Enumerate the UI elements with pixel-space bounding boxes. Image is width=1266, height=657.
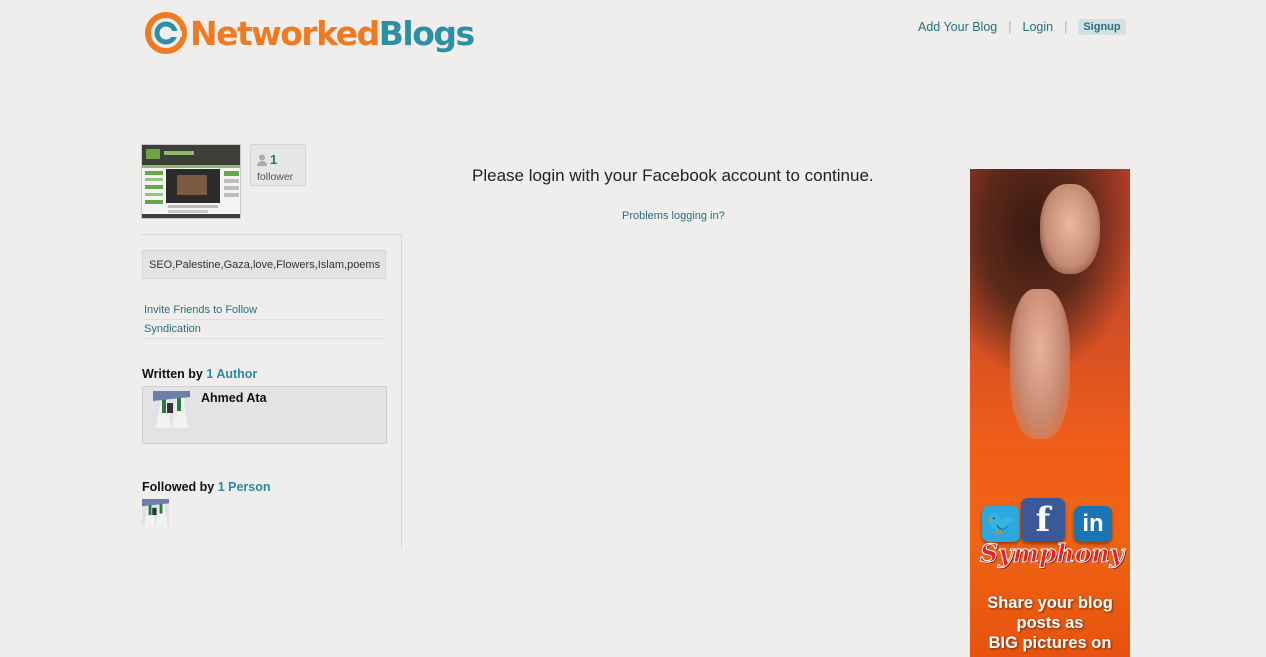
problems-logging-in-link[interactable]: Problems logging in? (622, 210, 725, 222)
followed-by-heading: Followed by 1 Person (142, 480, 271, 494)
ad-tagline-line: posts as (1016, 614, 1084, 632)
follower-avatar[interactable] (142, 499, 169, 526)
symphony-ad-banner[interactable]: 🐦 in f Symphony Share your blog posts as… (970, 169, 1130, 657)
written-by-label: Written by (142, 367, 203, 381)
syndication-link[interactable]: Syndication (144, 321, 386, 339)
written-by-heading: Written by 1 Author (142, 367, 257, 381)
follower-count-number: 1 (270, 152, 278, 167)
ad-brand-name: Symphony (979, 539, 1125, 569)
blog-thumbnail-image (142, 145, 240, 218)
top-nav: Add Your Blog | Login | Signup (918, 19, 1126, 35)
ad-photo-face (1040, 184, 1100, 274)
person-icon (257, 154, 267, 166)
signup-button[interactable]: Signup (1078, 19, 1126, 35)
blog-tags: SEO,Palestine,Gaza,love,Flowers,Islam,po… (142, 250, 386, 279)
logo-wordmark: NetworkedBlogs (190, 13, 475, 53)
followed-by-label: Followed by (142, 480, 215, 494)
ad-tagline-line: Share your blog (987, 594, 1113, 612)
follower-count: 1 (257, 152, 277, 167)
follower-count-box[interactable]: 1 follower (250, 144, 306, 186)
blog-action-links: Invite Friends to Follow Syndication (144, 302, 386, 340)
logo-mark-icon (145, 12, 187, 54)
nav-separator: | (1064, 20, 1068, 34)
ad-tagline: Share your blog posts as BIG pictures on (970, 593, 1130, 653)
login-required-message: Please login with your Facebook account … (472, 166, 874, 185)
follower-person-count-link[interactable]: 1 Person (218, 480, 271, 494)
linkedin-icon: in (1074, 506, 1112, 542)
logo-text-blogs: Blogs (378, 13, 475, 53)
author-count-link[interactable]: 1 Author (206, 367, 257, 381)
logo-text-networked: Networked (190, 13, 380, 53)
nav-separator: | (1008, 20, 1012, 34)
ad-photo-hand (1010, 289, 1070, 439)
follower-count-label: follower (257, 171, 294, 183)
author-avatar[interactable] (153, 391, 190, 428)
networkedblogs-logo[interactable]: NetworkedBlogs (144, 10, 475, 56)
twitter-icon: 🐦 (982, 506, 1020, 542)
blog-screenshot-thumbnail[interactable] (141, 144, 241, 219)
add-your-blog-link[interactable]: Add Your Blog (918, 20, 997, 34)
facebook-icon: f (1021, 498, 1065, 542)
ad-tagline-line: BIG pictures on (988, 634, 1112, 652)
author-name[interactable]: Ahmed Ata (201, 391, 267, 405)
login-link[interactable]: Login (1023, 20, 1054, 34)
invite-friends-link[interactable]: Invite Friends to Follow (144, 302, 386, 320)
author-card[interactable]: Ahmed Ata (142, 386, 387, 444)
